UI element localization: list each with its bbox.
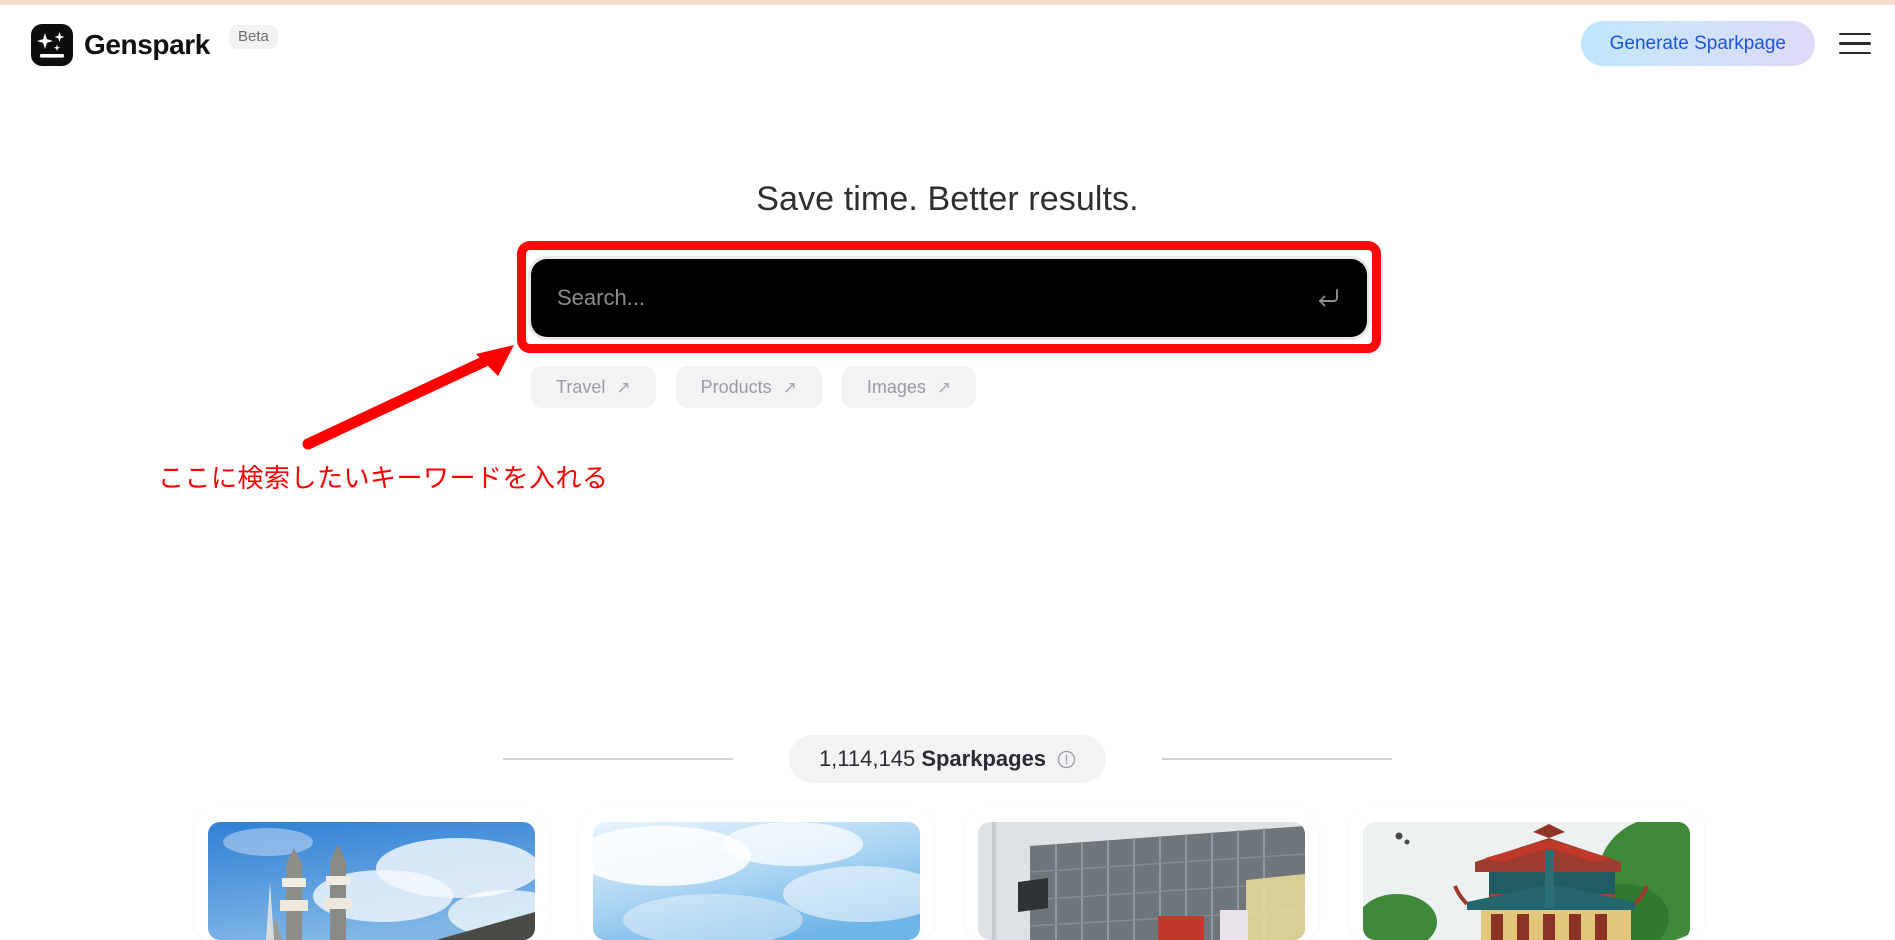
chip-travel[interactable]: Travel ↗ [531,366,656,408]
search-box[interactable] [531,259,1367,337]
glass-building-card [978,822,1305,940]
brand-name: Genspark [84,29,210,60]
brand-logo[interactable]: Genspark Beta [31,24,278,66]
chip-label: Products [700,377,772,397]
bali-temple-gate-card [208,822,535,940]
header-actions: Generate Sparkpage [1580,21,1873,66]
hamburger-line [1839,51,1871,55]
arrow-up-right-icon: ↗ [936,377,952,397]
divider-left [502,758,733,760]
chip-products[interactable]: Products ↗ [675,366,822,408]
annotation-arrow-icon [300,340,530,450]
chip-label: Travel [556,377,606,397]
chinese-temple-card [1363,822,1690,940]
blue-sky-clouds-card [593,822,920,940]
beta-badge: Beta [228,25,278,49]
hamburger-line [1839,42,1871,45]
search-area [531,259,1367,337]
sparkpages-count-pill: 1,114,145 Sparkpages [788,735,1107,783]
page-headline: Save time. Better results. [756,180,1139,218]
sparkpage-card[interactable] [1349,808,1704,940]
search-input[interactable] [557,259,1297,337]
sparkpages-count-row: 1,114,145 Sparkpages [0,735,1895,783]
app-header: Genspark Beta Generate Sparkpage [0,5,1895,83]
hamburger-line [1839,32,1871,36]
hamburger-menu-icon[interactable] [1837,29,1873,59]
sparkpage-card-grid [194,808,1704,940]
chip-label: Images [866,377,926,397]
sparkpages-label: Sparkpages [921,746,1047,771]
divider-right [1162,758,1393,760]
arrow-up-right-icon: ↗ [782,377,797,397]
generate-sparkpage-button[interactable]: Generate Sparkpage [1580,21,1815,66]
sparkle-logo-icon [31,24,73,66]
annotation-caption: ここに検索したいキーワードを入れる [158,464,609,494]
info-circle-icon[interactable] [1057,750,1076,769]
category-chips: Travel ↗ Products ↗ Images ↗ [531,366,977,408]
sparkpages-count: 1,114,145 [818,746,916,771]
chip-images[interactable]: Images ↗ [841,366,977,408]
enter-return-icon[interactable] [1315,285,1341,311]
sparkpage-card[interactable] [579,808,934,940]
arrow-up-right-icon: ↗ [616,377,631,397]
sparkpage-card[interactable] [194,808,549,940]
sparkpage-card[interactable] [964,808,1319,940]
